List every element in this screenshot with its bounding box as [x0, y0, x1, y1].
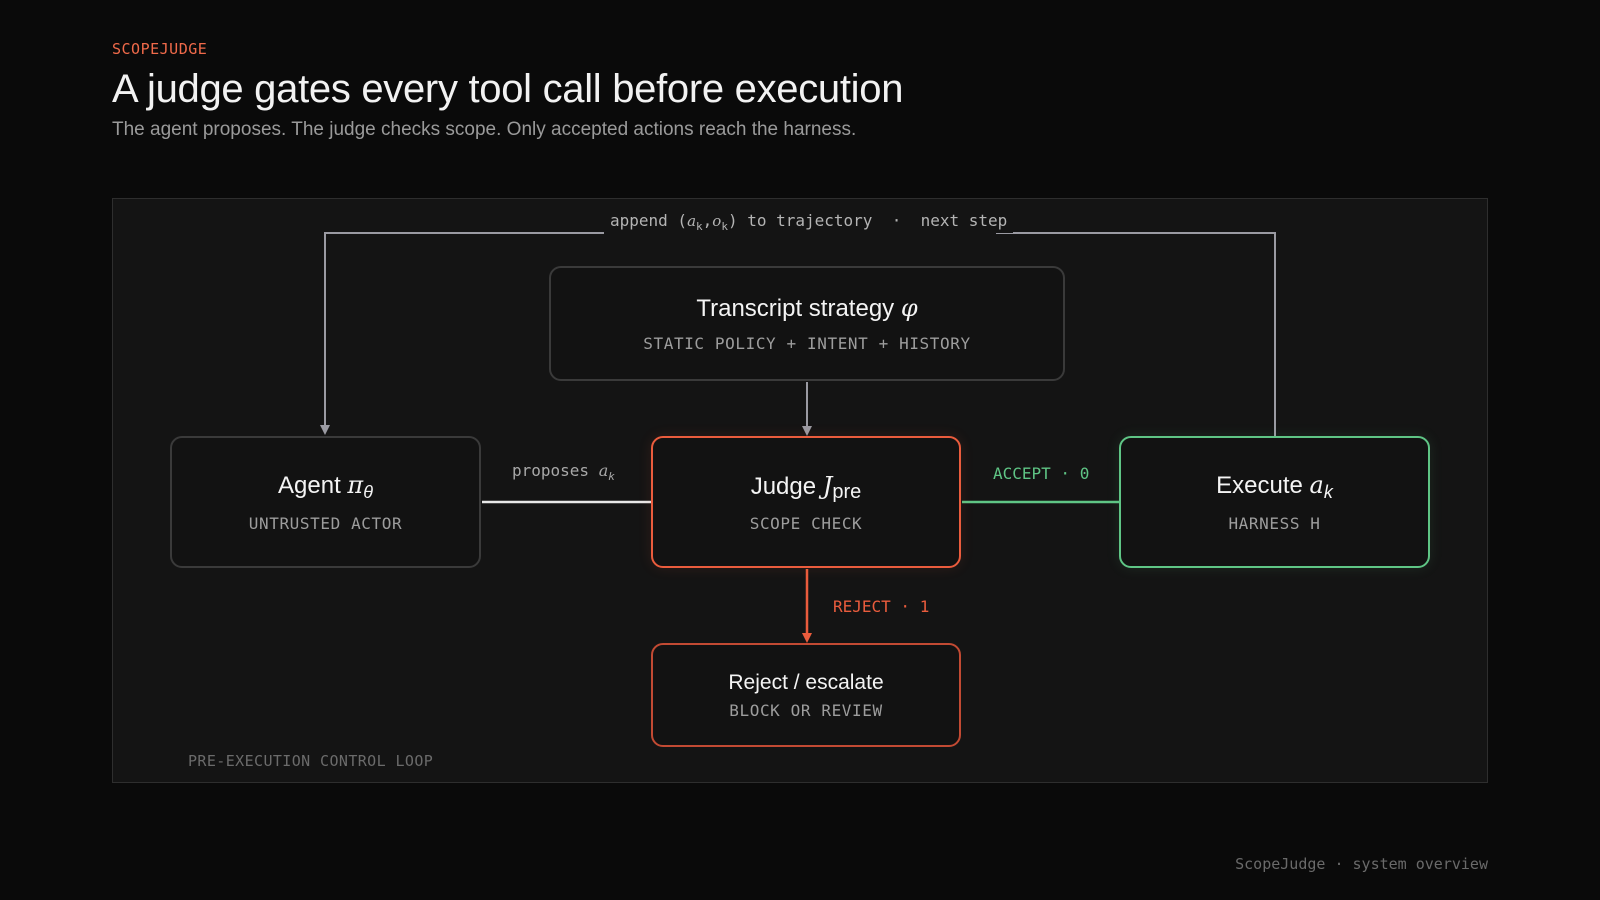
execute-subtitle: HARNESS H — [1228, 513, 1321, 533]
footer-caption: ScopeJudge · system overview — [1235, 855, 1488, 873]
reject-subtitle: BLOCK OR REVIEW — [729, 701, 883, 721]
strategy-title: Transcript strategy φ — [696, 294, 918, 323]
execute-node: Execute ak HARNESS H — [1119, 436, 1430, 568]
execute-title: Execute ak — [1216, 471, 1333, 503]
brand-eyebrow: SCOPEJUDGE — [112, 40, 208, 58]
reject-title: Reject / escalate — [728, 670, 884, 694]
reject-edge-label: REJECT · 1 — [833, 597, 930, 616]
judge-title: Judge Jpre — [750, 471, 862, 503]
accept-edge-label: ACCEPT · 0 — [993, 464, 1090, 483]
slide-header: SCOPEJUDGE A judge gates every tool call… — [112, 40, 1492, 141]
reject-node: Reject / escalate BLOCK OR REVIEW — [651, 643, 961, 747]
transcript-strategy-node: Transcript strategy φ STATIC POLICY + IN… — [549, 266, 1065, 381]
panel-label: PRE-EXECUTION CONTROL LOOP — [188, 752, 434, 770]
agent-node: Agent πθ UNTRUSTED ACTOR — [170, 436, 481, 568]
page-title: A judge gates every tool call before exe… — [112, 67, 904, 111]
judge-node: Judge Jpre SCOPE CHECK — [651, 436, 961, 568]
page-subtitle: The agent proposes. The judge checks sco… — [112, 119, 857, 140]
agent-title: Agent πθ — [278, 471, 373, 503]
loop-label: append (ak,ok) to trajectory · next step — [604, 211, 1014, 234]
proposes-edge-label: proposes ak — [512, 461, 615, 484]
agent-subtitle: UNTRUSTED ACTOR — [248, 513, 403, 533]
strategy-subtitle: STATIC POLICY + INTENT + HISTORY — [643, 333, 971, 353]
judge-subtitle: SCOPE CHECK — [749, 513, 863, 533]
